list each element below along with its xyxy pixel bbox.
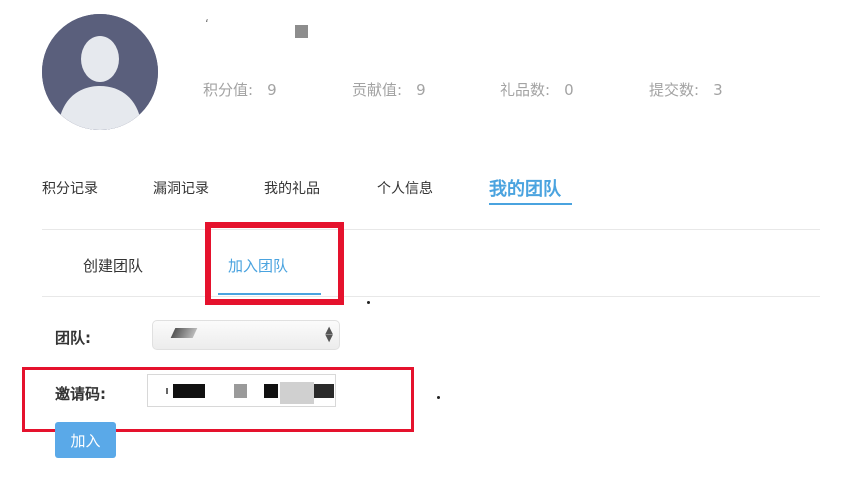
user-silhouette-icon <box>42 14 158 130</box>
stat-value: 3 <box>713 81 723 99</box>
subtab-create-team[interactable]: 创建团队 <box>83 255 143 276</box>
redaction <box>166 388 168 394</box>
chevron-up-down-icon: ▲ ▼ <box>325 325 333 344</box>
tab-my-gifts[interactable]: 我的礼品 <box>264 178 320 198</box>
redaction <box>314 384 334 398</box>
tab-vulnerability-records[interactable]: 漏洞记录 <box>153 178 209 198</box>
active-tab-indicator <box>489 203 572 205</box>
stat-gifts: 礼品数: 0 <box>500 79 574 100</box>
invite-code-input[interactable] <box>147 374 336 407</box>
avatar <box>42 14 158 130</box>
redaction <box>264 384 278 398</box>
username-redacted: ʻ <box>205 17 209 31</box>
team-select[interactable]: ▲ ▼ <box>152 320 340 350</box>
redaction <box>173 384 205 398</box>
stat-label: 礼品数: <box>500 81 551 99</box>
stat-contribution: 贡献值: 9 <box>352 79 426 100</box>
stat-label: 提交数: <box>649 81 700 99</box>
stray-dot <box>367 301 370 304</box>
selected-team-redacted <box>170 328 198 338</box>
redaction <box>234 384 247 398</box>
stat-value: 9 <box>267 81 277 99</box>
stat-points: 积分值: 9 <box>203 79 277 100</box>
join-button[interactable]: 加入 <box>55 422 116 458</box>
stat-label: 积分值: <box>203 81 254 99</box>
team-label: 团队: <box>55 329 91 347</box>
highlight-join-team-tab <box>205 222 344 305</box>
tab-personal-info[interactable]: 个人信息 <box>377 178 433 198</box>
tab-points-records[interactable]: 积分记录 <box>42 178 98 198</box>
divider <box>42 229 820 230</box>
username-redaction-block <box>295 25 308 38</box>
stray-dot <box>437 396 440 399</box>
stat-submissions: 提交数: 3 <box>649 79 723 100</box>
invite-code-label: 邀请码: <box>55 385 106 403</box>
redaction <box>280 382 314 404</box>
tab-my-team[interactable]: 我的团队 <box>489 175 561 201</box>
stat-value: 0 <box>564 81 574 99</box>
stat-value: 9 <box>416 81 426 99</box>
stat-label: 贡献值: <box>352 81 403 99</box>
divider <box>42 296 820 297</box>
